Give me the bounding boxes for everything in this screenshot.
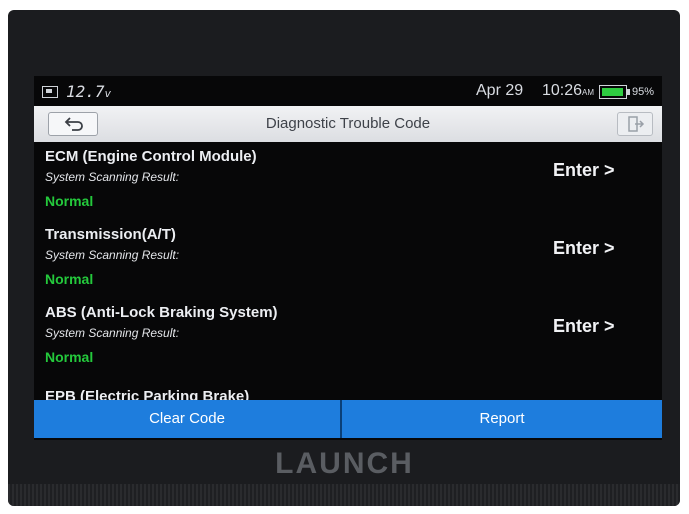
scan-result-label: System Scanning Result: xyxy=(45,170,180,184)
battery-icon xyxy=(599,85,630,99)
enter-button[interactable]: Enter > xyxy=(553,238,615,259)
enter-button[interactable]: Enter > xyxy=(553,160,615,181)
module-name: EPB (Electric Parking Brake) xyxy=(45,388,250,400)
status-ampm: AM xyxy=(582,88,594,97)
status-bar: 12.7v Apr 29 10:26 AM 95% xyxy=(34,76,662,106)
scan-status: Normal xyxy=(45,271,94,287)
module-row-abs: ABS (Anti-Lock Braking System) System Sc… xyxy=(34,304,662,380)
title-bar: Diagnostic Trouble Code xyxy=(34,106,662,142)
scan-result-label: System Scanning Result: xyxy=(45,248,180,262)
scan-status: Normal xyxy=(45,349,94,365)
module-name: Transmission(A/T) xyxy=(45,226,176,243)
module-list[interactable]: ECM (Engine Control Module) System Scann… xyxy=(34,142,662,400)
exit-icon xyxy=(628,116,645,132)
device-frame: 12.7v Apr 29 10:26 AM 95% Diagnostic Tro… xyxy=(8,10,680,506)
page-title: Diagnostic Trouble Code xyxy=(265,115,431,132)
scan-result-label: System Scanning Result: xyxy=(45,326,180,340)
device-bezel xyxy=(8,484,680,506)
module-name: ECM (Engine Control Module) xyxy=(45,148,257,165)
module-name: ABS (Anti-Lock Braking System) xyxy=(45,304,278,321)
status-time: 10:26 xyxy=(542,82,583,99)
scan-status: Normal xyxy=(45,193,94,209)
device-screen: 12.7v Apr 29 10:26 AM 95% Diagnostic Tro… xyxy=(34,76,662,440)
module-row-epb: EPB (Electric Parking Brake) xyxy=(34,388,662,400)
battery-voltage: 12.7v xyxy=(66,82,112,101)
enter-button[interactable]: Enter > xyxy=(553,316,615,337)
status-date: Apr 29 xyxy=(476,82,524,99)
module-row-transmission: Transmission(A/T) System Scanning Result… xyxy=(34,226,662,302)
report-button[interactable]: Report xyxy=(342,400,662,438)
exit-button[interactable] xyxy=(617,112,653,136)
clear-code-button[interactable]: Clear Code xyxy=(34,400,340,438)
battery-percent: 95% xyxy=(632,86,655,98)
action-bar: Clear Code Report xyxy=(34,400,662,438)
module-row-ecm: ECM (Engine Control Module) System Scann… xyxy=(34,148,662,224)
brand-logo: LAUNCH xyxy=(275,447,414,480)
car-battery-icon xyxy=(42,86,58,98)
